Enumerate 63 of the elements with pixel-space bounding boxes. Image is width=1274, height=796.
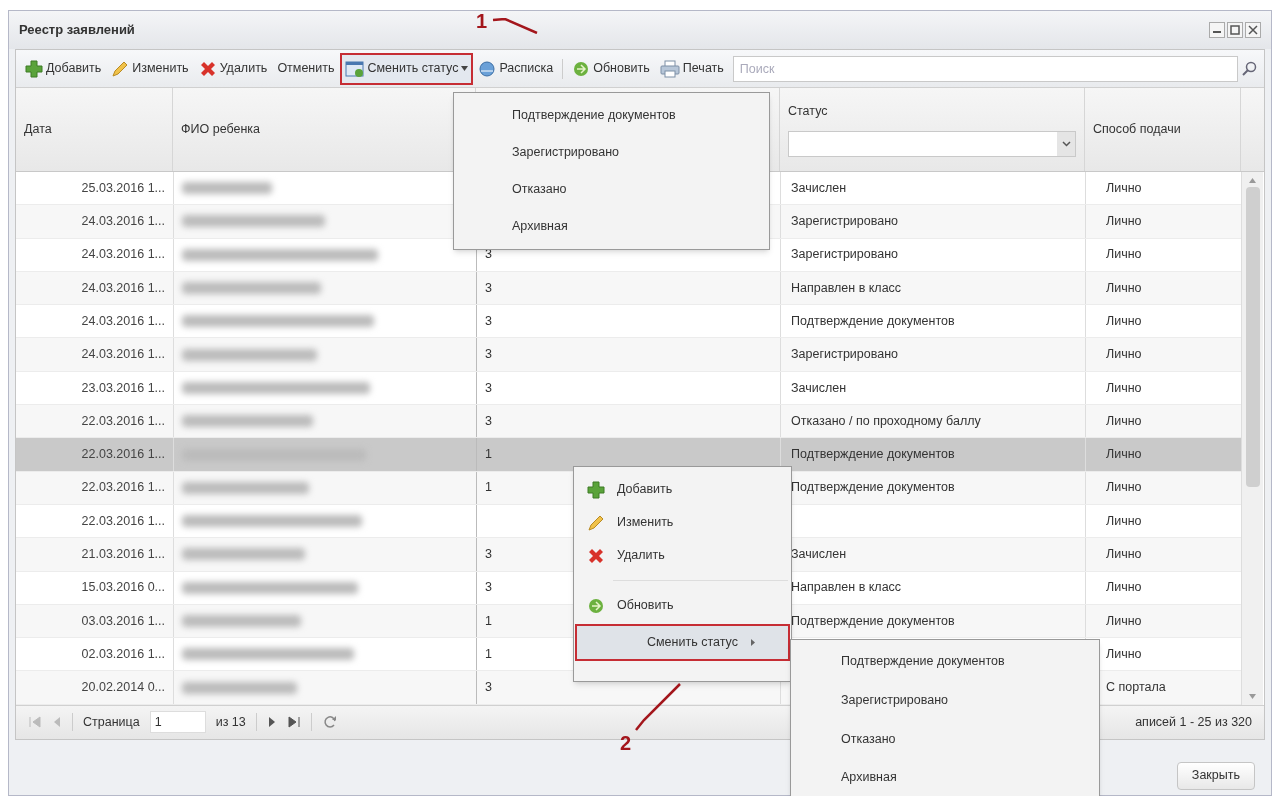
table-cell-text: 24.03.2016 1... [80,213,166,231]
table-cell-text: Подтверждение документов [791,612,955,630]
table-cell-text: 1 [485,645,492,663]
table-cell-text: Подтверждение документов [791,312,955,330]
table-cell-text: 3 [485,546,492,564]
table-cell-text: 22.03.2016 1... [80,512,166,530]
table-cell-text: Лично [1106,579,1142,597]
table-cell-text: Лично [1106,612,1142,630]
table-cell-text: С портала [1106,679,1166,697]
table-cell-text: Лично [1106,312,1142,330]
table-cell-text: Отказано / по проходному баллу [791,412,981,430]
table-cell-text: 3 [485,679,492,697]
table-cell-text: 3 [485,312,492,330]
table-cell-text: Направлен в класс [791,279,902,297]
window-title: Реестр заявлений [19,21,135,40]
table-cell-text: 20.02.2014 0... [80,679,166,697]
table-cell-text: Зарегистрировано [791,246,899,264]
table-cell-text: 1 [485,479,492,497]
table-cell-text: Зачислен [791,179,847,197]
table-cell-text: 22.03.2016 1... [80,479,166,497]
table-cell-text: Лично [1106,346,1142,364]
table-cell-text: Лично [1106,479,1142,497]
table-cell-text: 3 [485,579,492,597]
table-cell-text: 3 [485,412,492,430]
table-cell-text: Подтверждение документов [791,446,955,464]
table-cell-text: 21.03.2016 1... [80,546,166,564]
table-cell-text: Зарегистрировано [791,346,899,364]
table-cell-text: 3 [485,346,492,364]
table-cell-text: 24.03.2016 1... [80,279,166,297]
table-cell-text: Зарегистрировано [791,213,899,231]
records-summary: аписей 1 - 25 из 320 [1135,713,1252,731]
table-cell-text: 3 [485,279,492,297]
table-cell-text: Лично [1106,213,1142,231]
table-cell-text: 24.03.2016 1... [80,346,166,364]
table-cell-text: Лично [1106,179,1142,197]
table-cell-text: 03.03.2016 1... [80,612,166,630]
page-label: Страница [83,713,140,731]
table-cell-text: 24.03.2016 1... [80,246,166,264]
table-cell-text: Лично [1106,412,1142,430]
table-cell-text: Лично [1106,546,1142,564]
table-cell-text: Подтверждение документов [791,479,955,497]
annotation-number: 2 [620,731,632,756]
table-cell-text: Лично [1106,279,1142,297]
table-cell-text: 15.03.2016 0... [80,579,166,597]
annotation-number: 1 [476,9,488,34]
table-cell-text: Лично [1106,246,1142,264]
table-cell-text: Зачислен [791,546,847,564]
table-cell-text: Лично [1106,645,1142,663]
table-cell-text: Зачислен [791,379,847,397]
table-cell-text: Направлен в класс [791,579,902,597]
table-cell-text: 3 [485,379,492,397]
table-cell-text: Лично [1106,512,1142,530]
table-cell-text: 23.03.2016 1... [80,379,166,397]
page-total: из 13 [215,713,246,731]
table-cell-text: Лично [1106,446,1142,464]
table-cell-text: 25.03.2016 1... [80,179,166,197]
table-cell-text: 22.03.2016 1... [80,412,166,430]
table-cell-text: 1 [485,612,492,630]
table-cell-text: 22.03.2016 1... [80,446,166,464]
table-cell-text: 02.03.2016 1... [80,645,166,663]
table-cell-text: Лично [1106,379,1142,397]
table-cell-text: 1 [485,446,492,464]
table-cell-text: 24.03.2016 1... [80,312,166,330]
